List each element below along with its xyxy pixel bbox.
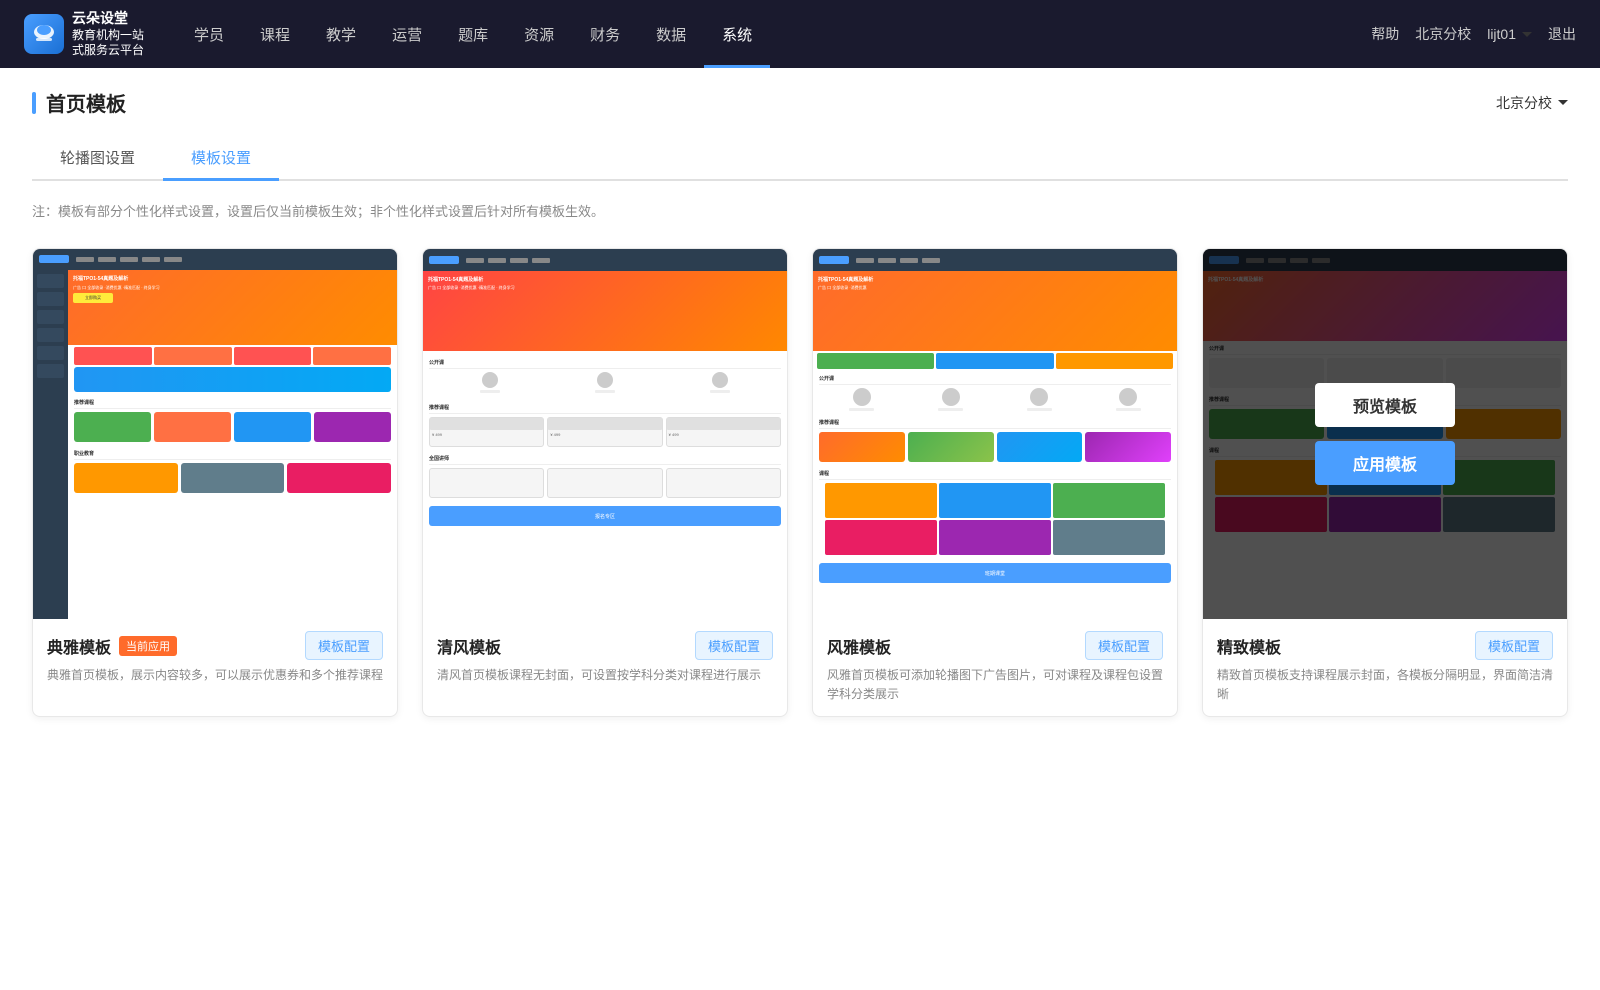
nav-item-finance[interactable]: 财务 [572,0,638,68]
branch-name: 北京分校 [1496,93,1552,113]
template-desc-1: 典雅首页模板，展示内容较多，可以展示优惠券和多个推荐课程 [47,666,383,685]
config-btn-1[interactable]: 模板配置 [305,631,383,660]
preview-btn-4[interactable]: 预览模板 [1315,383,1455,427]
template-name-1: 典雅模板 [47,634,111,658]
note-text: 注：模板有部分个性化样式设置，设置后仅当前模板生效；非个性化样式设置后针对所有模… [32,201,1568,220]
nav-right: 帮助 北京分校 lijt01 退出 [1371,24,1576,44]
page-title: 首页模板 [46,88,126,117]
nav-item-operations[interactable]: 运营 [374,0,440,68]
branch-selector[interactable]: 北京分校 [1496,93,1568,113]
template-preview-3[interactable]: 托福TPO1-54真题及解析 广告 口 全部收录 ·消费优惠 公开课 [813,249,1177,619]
user-dropdown-icon [1522,32,1532,37]
template-desc-3: 风雅首页模板可添加轮播图下广告图片，可对课程及课程包设置学科分类展示 [827,666,1163,704]
template-name-3: 风雅模板 [827,634,891,658]
template-desc-4: 精致首页模板支持课程展示封面，各模板分隔明显，界面简洁清晰 [1217,666,1553,704]
template-card-2: 托福TPO1-54真题及解析 广告 口 全部收录 ·消费优惠 ·精准匹配 · 终… [422,248,788,717]
nav-item-students[interactable]: 学员 [176,0,242,68]
template-desc-2: 清风首页模板课程无封面，可设置按学科分类对课程进行展示 [437,666,773,685]
nav-item-teaching[interactable]: 教学 [308,0,374,68]
navbar: 云朵设堂 教育机构一站 式服务云平台 学员 课程 教学 运营 题库 资源 财务 … [0,0,1600,68]
template-name-wrap-2: 清风模板 [437,634,501,658]
template-footer-3: 风雅模板 模板配置 风雅首页模板可添加轮播图下广告图片，可对课程及课程包设置学科… [813,619,1177,716]
nav-item-courses[interactable]: 课程 [242,0,308,68]
template-footer-1: 典雅模板 当前应用 模板配置 典雅首页模板，展示内容较多，可以展示优惠券和多个推… [33,619,397,697]
badge-current-1: 当前应用 [119,636,177,656]
page-header: 首页模板 北京分校 [32,88,1568,117]
template-card-1: 托福TPO1-54真题及解析 广告 口 全部收录 ·消费优惠 ·精准匹配 · 终… [32,248,398,717]
template-preview-1[interactable]: 托福TPO1-54真题及解析 广告 口 全部收录 ·消费优惠 ·精准匹配 · 终… [33,249,397,619]
nav-branch[interactable]: 北京分校 [1415,24,1471,44]
nav-item-questions[interactable]: 题库 [440,0,506,68]
template-preview-4[interactable]: 托福TPO1-54真题及解析 公开课 推荐课程 [1203,249,1567,619]
nav-item-resources[interactable]: 资源 [506,0,572,68]
nav-help[interactable]: 帮助 [1371,24,1399,44]
template-footer-2: 清风模板 模板配置 清风首页模板课程无封面，可设置按学科分类对课程进行展示 [423,619,787,697]
logo-icon [24,14,64,54]
config-btn-3[interactable]: 模板配置 [1085,631,1163,660]
template-card-4: 托福TPO1-54真题及解析 公开课 推荐课程 [1202,248,1568,717]
template-footer-4: 精致模板 模板配置 精致首页模板支持课程展示封面，各模板分隔明显，界面简洁清晰 [1203,619,1567,716]
page-title-bar [32,92,36,114]
nav-item-data[interactable]: 数据 [638,0,704,68]
config-btn-2[interactable]: 模板配置 [695,631,773,660]
logo-text: 云朵设堂 教育机构一站 式服务云平台 [72,9,144,59]
template-name-wrap-4: 精致模板 [1217,634,1281,658]
page-title-wrap: 首页模板 [32,88,126,117]
template-name-wrap-1: 典雅模板 当前应用 [47,634,177,658]
tab-template[interactable]: 模板设置 [163,137,279,181]
logo[interactable]: 云朵设堂 教育机构一站 式服务云平台 [24,9,144,59]
template-card-3: 托福TPO1-54真题及解析 广告 口 全部收录 ·消费优惠 公开课 [812,248,1178,717]
page-content: 首页模板 北京分校 轮播图设置 模板设置 注：模板有部分个性化样式设置，设置后仅… [0,68,1600,990]
apply-btn-4[interactable]: 应用模板 [1315,441,1455,485]
template-name-4: 精致模板 [1217,634,1281,658]
template-preview-2[interactable]: 托福TPO1-54真题及解析 广告 口 全部收录 ·消费优惠 ·精准匹配 · 终… [423,249,787,619]
config-btn-4[interactable]: 模板配置 [1475,631,1553,660]
nav-logout[interactable]: 退出 [1548,24,1576,44]
nav-user[interactable]: lijt01 [1487,26,1532,42]
tab-carousel[interactable]: 轮播图设置 [32,137,163,181]
branch-chevron-icon [1558,100,1568,105]
nav-item-system[interactable]: 系统 [704,0,770,68]
template-name-2: 清风模板 [437,634,501,658]
template-name-wrap-3: 风雅模板 [827,634,891,658]
template-overlay-4: 预览模板 应用模板 [1203,249,1567,619]
tabs: 轮播图设置 模板设置 [32,137,1568,181]
nav-menu: 学员 课程 教学 运营 题库 资源 财务 数据 系统 [176,0,1371,68]
templates-grid: 托福TPO1-54真题及解析 广告 口 全部收录 ·消费优惠 ·精准匹配 · 终… [32,248,1568,717]
